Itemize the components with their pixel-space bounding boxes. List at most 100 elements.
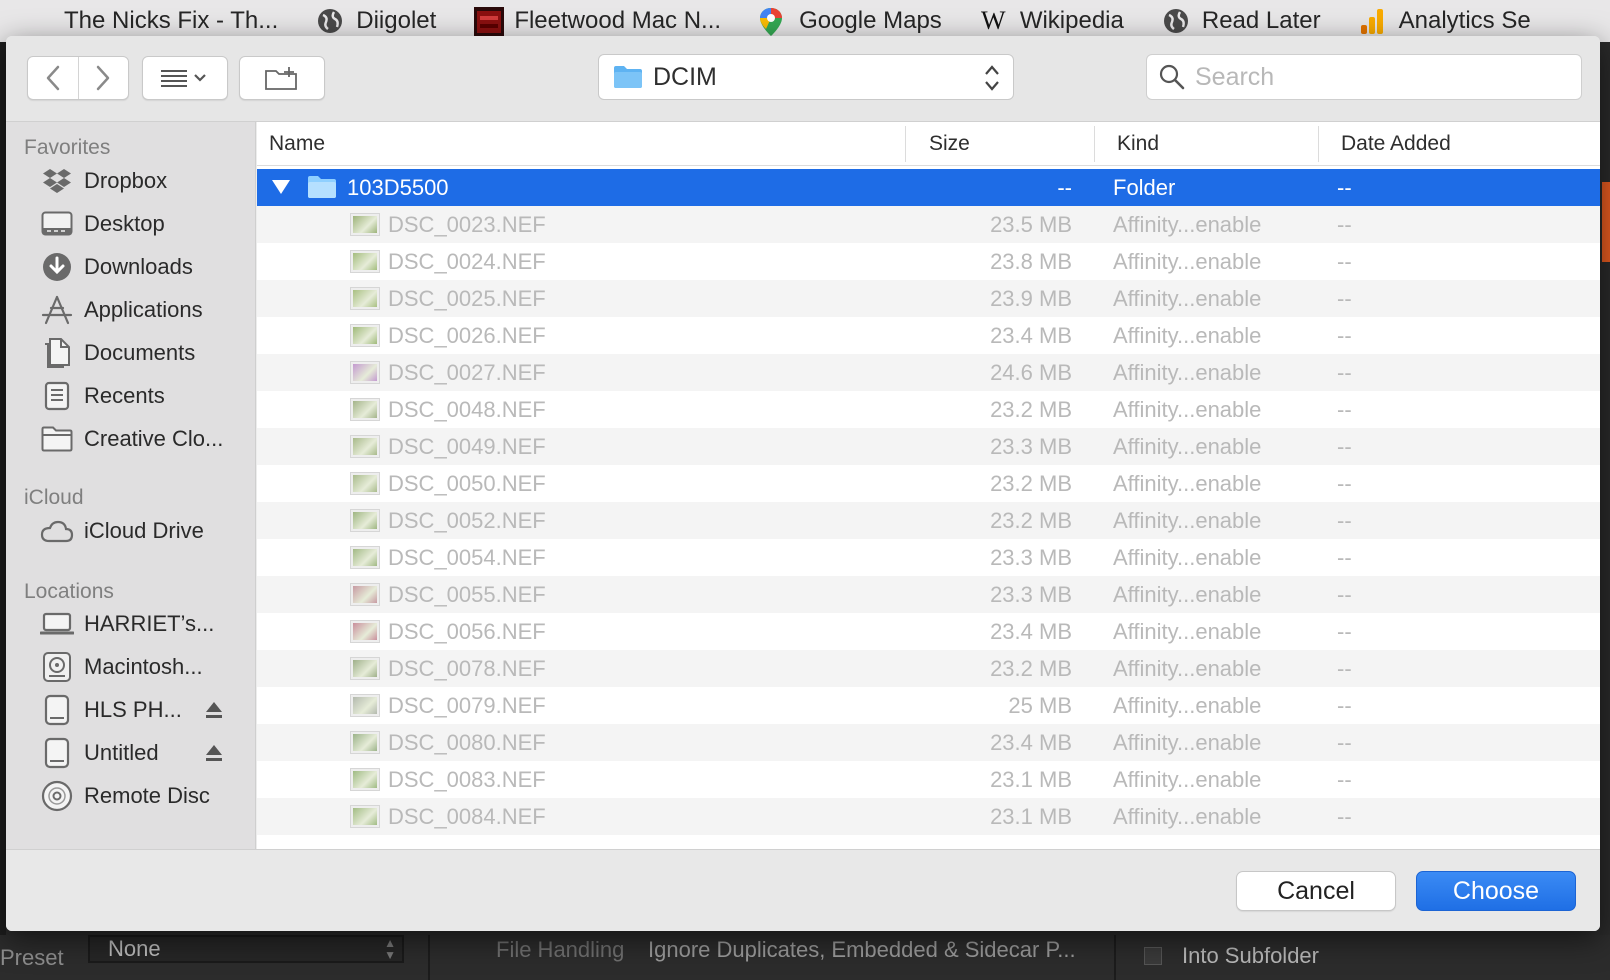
file-kind: Affinity...enable — [1113, 249, 1262, 274]
table-row[interactable]: DSC_0080.NEF 23.4 MB Affinity...enable -- — [257, 724, 1600, 761]
new-folder-button[interactable] — [239, 56, 325, 100]
search-input[interactable] — [1195, 62, 1575, 92]
file-name: DSC_0050.NEF — [388, 471, 546, 496]
file-name: DSC_0025.NEF — [388, 286, 546, 311]
file-date-added: -- — [1337, 323, 1352, 348]
table-row[interactable]: DSC_0052.NEF 23.2 MB Affinity...enable -- — [257, 502, 1600, 539]
file-size: 23.4 MB — [990, 730, 1072, 755]
file-size: 23.3 MB — [990, 582, 1072, 607]
table-row[interactable]: DSC_0050.NEF 23.2 MB Affinity...enable -- — [257, 465, 1600, 502]
desktop-icon — [40, 209, 74, 239]
column-kind[interactable]: Kind — [1105, 122, 1159, 166]
sidebar-item-label: Documents — [84, 340, 196, 365]
table-row[interactable]: DSC_0079.NEF 25 MB Affinity...enable -- — [257, 687, 1600, 724]
file-handling-value[interactable]: Ignore Duplicates, Embedded & Sidecar P.… — [648, 937, 1076, 963]
hard-drive-icon — [40, 652, 74, 682]
sidebar-item-macintosh[interactable]: Macintosh... — [40, 647, 250, 687]
sidebar-item-dropbox[interactable]: Dropbox — [40, 161, 250, 201]
table-row-selected-folder[interactable]: 103D5500 -- Folder -- — [257, 169, 1600, 206]
cloud-icon — [40, 516, 74, 546]
file-size: 23.1 MB — [990, 804, 1072, 829]
dialog-footer: Cancel Choose — [6, 849, 1600, 931]
file-kind: Affinity...enable — [1113, 360, 1262, 385]
file-date-added: -- — [1337, 397, 1352, 422]
file-kind: Affinity...enable — [1113, 323, 1262, 348]
file-kind: Affinity...enable — [1113, 656, 1262, 681]
column-separator[interactable] — [1094, 126, 1095, 162]
location-popup[interactable]: DCIM — [598, 54, 1014, 100]
open-file-dialog: DCIM Favorites iCloud Locations Dropbox D… — [6, 36, 1600, 931]
sidebar-item-icloud-drive[interactable]: iCloud Drive — [40, 511, 250, 551]
image-thumbnail-icon — [351, 436, 379, 457]
choose-button[interactable]: Choose — [1416, 871, 1576, 911]
sidebar-item-creative-clo[interactable]: Creative Clo... — [40, 419, 250, 459]
file-kind: Affinity...enable — [1113, 730, 1262, 755]
image-thumbnail-icon — [351, 399, 379, 420]
back-button[interactable] — [28, 57, 78, 99]
folder-icon — [308, 176, 336, 198]
file-name: DSC_0024.NEF — [388, 249, 546, 274]
downloads-icon — [40, 252, 74, 282]
eject-icon[interactable] — [204, 700, 224, 726]
file-date-added: -- — [1337, 804, 1352, 829]
file-size: 23.1 MB — [990, 767, 1072, 792]
table-row[interactable]: DSC_0084.NEF 23.1 MB Affinity...enable -- — [257, 798, 1600, 835]
table-row[interactable]: DSC_0026.NEF 23.4 MB Affinity...enable -- — [257, 317, 1600, 354]
table-row[interactable]: DSC_0023.NEF 23.5 MB Affinity...enable -- — [257, 206, 1600, 243]
into-subfolder-checkbox[interactable] — [1144, 947, 1162, 965]
table-row[interactable]: DSC_0056.NEF 23.4 MB Affinity...enable -- — [257, 613, 1600, 650]
file-kind: Affinity...enable — [1113, 508, 1262, 533]
table-row[interactable]: DSC_0083.NEF 23.1 MB Affinity...enable -- — [257, 761, 1600, 798]
column-separator[interactable] — [1318, 126, 1319, 162]
search-field[interactable] — [1146, 54, 1582, 100]
file-size: 23.4 MB — [990, 619, 1072, 644]
sidebar-item-label: iCloud Drive — [84, 518, 204, 543]
table-row[interactable]: DSC_0025.NEF 23.9 MB Affinity...enable -- — [257, 280, 1600, 317]
eject-icon[interactable] — [204, 743, 224, 769]
file-size: 23.2 MB — [990, 656, 1072, 681]
table-row[interactable]: DSC_0048.NEF 23.2 MB Affinity...enable -- — [257, 391, 1600, 428]
bookmark-label: Google Maps — [799, 7, 942, 34]
bookmark-label: Diigolet — [356, 7, 437, 34]
disclosure-triangle-icon[interactable] — [271, 178, 291, 196]
table-row[interactable]: DSC_0049.NEF 23.3 MB Affinity...enable -- — [257, 428, 1600, 465]
analytics-bars-icon — [1359, 7, 1387, 35]
app-accent-strip — [1602, 182, 1610, 262]
file-kind: Affinity...enable — [1113, 767, 1262, 792]
table-row[interactable]: DSC_0078.NEF 23.2 MB Affinity...enable -- — [257, 650, 1600, 687]
fleetwood-mac-icon — [474, 7, 505, 37]
back-forward-group — [27, 56, 129, 100]
column-separator[interactable] — [905, 126, 906, 162]
sidebar-item-harriet-s[interactable]: HARRIET’s... — [40, 604, 250, 644]
column-name[interactable]: Name — [257, 122, 325, 166]
into-subfolder-label: Into Subfolder — [1182, 943, 1319, 968]
table-row[interactable]: DSC_0054.NEF 23.3 MB Affinity...enable -- — [257, 539, 1600, 576]
file-size: 23.8 MB — [990, 249, 1072, 274]
sidebar-item-applications[interactable]: Applications — [40, 290, 250, 330]
file-list: Name Size Kind Date Added 103D5500 -- Fo… — [257, 122, 1600, 849]
sidebar-item-recents[interactable]: Recents — [40, 376, 250, 416]
sidebar-item-remote-disc[interactable]: Remote Disc — [40, 776, 250, 816]
sidebar-item-documents[interactable]: Documents — [40, 333, 250, 373]
sidebar-item-downloads[interactable]: Downloads — [40, 247, 250, 287]
image-thumbnail-icon — [351, 547, 379, 568]
file-name: DSC_0055.NEF — [388, 582, 546, 607]
preset-select[interactable]: None ▲ ▼ — [88, 935, 404, 963]
file-name: DSC_0023.NEF — [388, 212, 546, 237]
image-thumbnail-icon — [351, 214, 379, 235]
forward-button[interactable] — [77, 57, 129, 99]
image-thumbnail-icon — [351, 695, 379, 716]
cancel-button[interactable]: Cancel — [1236, 871, 1396, 911]
view-options-button[interactable] — [142, 56, 228, 100]
sidebar-item-desktop[interactable]: Desktop — [40, 204, 250, 244]
file-size: 23.3 MB — [990, 434, 1072, 459]
file-date-added: -- — [1337, 619, 1352, 644]
table-row[interactable]: DSC_0024.NEF 23.8 MB Affinity...enable -- — [257, 243, 1600, 280]
table-row[interactable]: DSC_0027.NEF 24.6 MB Affinity...enable -- — [257, 354, 1600, 391]
column-size[interactable]: Size — [917, 122, 970, 166]
column-date-added[interactable]: Date Added — [1329, 122, 1451, 166]
sidebar-item-untitled[interactable]: Untitled — [40, 733, 250, 773]
table-row[interactable]: DSC_0055.NEF 23.3 MB Affinity...enable -- — [257, 576, 1600, 613]
file-date-added: -- — [1337, 249, 1352, 274]
sidebar-item-hls-ph[interactable]: HLS PH... — [40, 690, 250, 730]
